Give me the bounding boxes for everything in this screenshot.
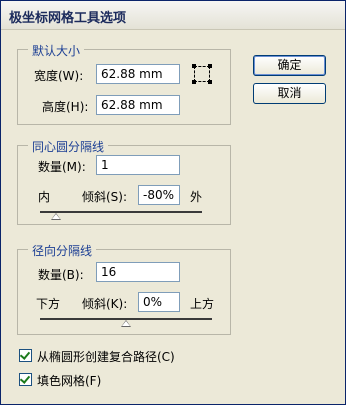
compound-path-label[interactable]: 从椭圆形创建复合路径(C) (37, 348, 175, 365)
default-size-group: 默认大小 宽度(W): 62.88 mm 高度(H): 62.88 mm (17, 42, 231, 125)
radial-count-field[interactable]: 16 (96, 262, 180, 282)
height-label: 高度(H): (42, 100, 89, 114)
concentric-inner-label: 内 (38, 190, 51, 204)
concentric-count-field[interactable]: 1 (96, 155, 180, 175)
radial-count-label: 数量(B): (38, 268, 84, 282)
title-bar: 极坐标网格工具选项 (1, 1, 345, 30)
concentric-skew-slider-thumb[interactable] (51, 213, 62, 220)
height-field[interactable]: 62.88 mm (96, 95, 180, 115)
radial-bottom-label: 下方 (36, 297, 61, 311)
polar-grid-options-dialog: 极坐标网格工具选项 确定 取消 默认大小 宽度(W): 62.88 mm 高度(… (0, 0, 346, 405)
ok-button[interactable]: 确定 (253, 55, 326, 76)
default-size-group-title: 默认大小 (28, 42, 85, 59)
concentric-skew-slider-track[interactable] (40, 211, 202, 213)
width-label: 宽度(W): (34, 69, 84, 83)
radial-group-title: 径向分隔线 (28, 242, 97, 259)
dialog-title: 极坐标网格工具选项 (9, 11, 127, 26)
concentric-dividers-group: 同心圆分隔线 数量(M): 1 内 倾斜(S): -80% 外 (17, 138, 231, 225)
width-field[interactable]: 62.88 mm (96, 64, 180, 84)
concentric-count-label: 数量(M): (38, 160, 86, 174)
radial-skew-field[interactable]: 0% (138, 292, 180, 312)
radial-top-label: 上方 (190, 297, 215, 311)
anchor-point-icon[interactable] (192, 64, 212, 84)
fill-grid-label[interactable]: 填色网格(F) (37, 372, 101, 389)
concentric-skew-field[interactable]: -80% (138, 185, 180, 205)
checkmark-icon (19, 373, 31, 384)
concentric-group-title: 同心圆分隔线 (28, 138, 109, 155)
radial-skew-label: 倾斜(K): (82, 297, 128, 311)
concentric-skew-label: 倾斜(S): (82, 190, 128, 204)
fill-grid-checkbox[interactable] (19, 373, 32, 386)
checkmark-icon (19, 349, 31, 360)
cancel-button[interactable]: 取消 (253, 83, 326, 104)
compound-path-checkbox[interactable] (19, 349, 32, 362)
concentric-outer-label: 外 (190, 190, 203, 204)
radial-skew-slider-thumb[interactable] (121, 320, 131, 327)
radial-dividers-group: 径向分隔线 数量(B): 16 下方 倾斜(K): 0% 上方 (17, 242, 231, 335)
